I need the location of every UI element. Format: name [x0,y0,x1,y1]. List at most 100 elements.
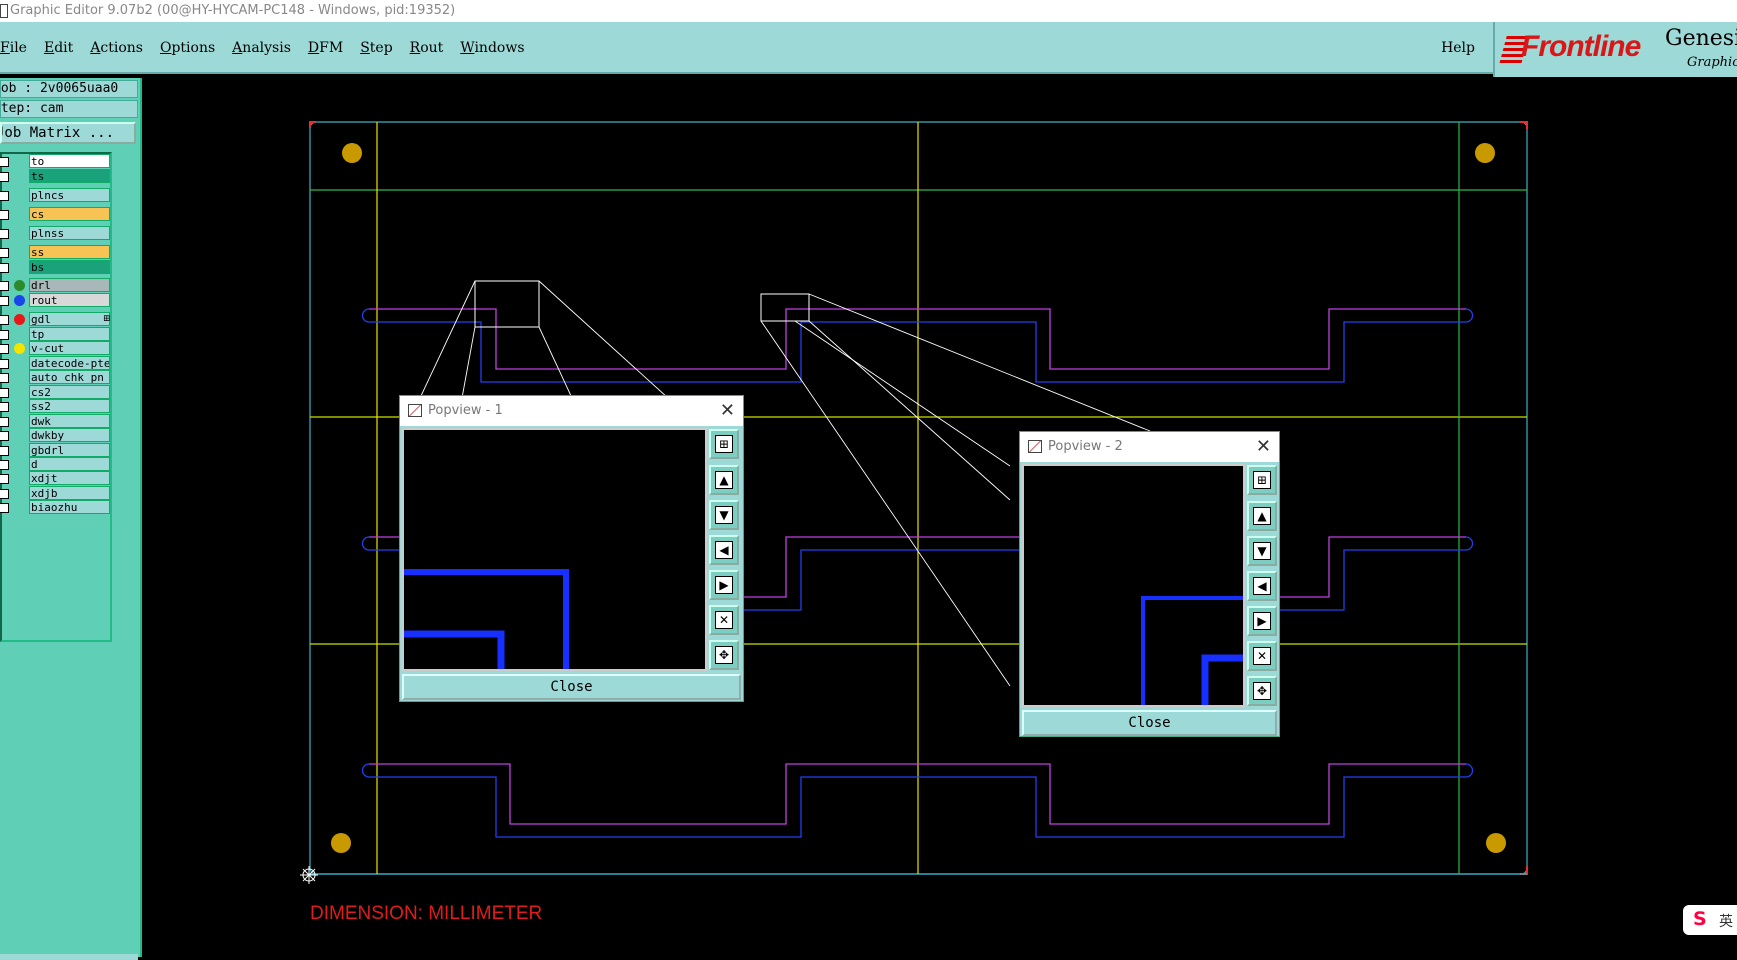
layer-checkbox[interactable] [0,431,9,441]
layer-row-dwk[interactable]: dwk [0,414,112,429]
layer-checkbox[interactable] [0,460,9,470]
layer-row-rout[interactable]: rout [0,293,112,308]
layer-checkbox[interactable] [0,315,9,325]
menu-edit[interactable]: Edit [44,40,73,56]
menu-actions[interactable]: Actions [90,40,143,56]
pan-right-tool-button[interactable]: ▶ [1247,606,1277,636]
popview-1-window[interactable]: Popview - 1 ✕ ⊞ ▲ ▼ ◀ ▶ ✕ ✥ Close [399,395,744,702]
layer-name[interactable]: dwk [29,414,110,428]
layer-name[interactable]: ts [29,169,110,183]
layer-checkbox[interactable] [0,359,9,369]
layer-row-plnss[interactable]: plnss [0,226,112,241]
zoom-out-tool-button[interactable]: ✕ [1247,641,1277,671]
layer-name[interactable]: gdl [29,312,110,326]
layer-checkbox[interactable] [0,229,9,239]
layer-row-d[interactable]: d [0,457,112,472]
layer-name[interactable]: biaozhu [29,500,110,514]
menu-windows[interactable]: Windows [460,40,524,56]
layer-row-ts[interactable]: ts [0,169,112,184]
layer-name[interactable]: to [29,154,110,168]
layer-expand-icon[interactable]: ⊞ [103,314,111,324]
pan-left-tool-button[interactable]: ◀ [1247,571,1277,601]
menu-options[interactable]: Options [160,40,215,56]
menu-analysis[interactable]: Analysis [232,40,291,56]
layer-name[interactable]: ss [29,245,110,259]
zoom-in-tool-button[interactable]: ⊞ [1247,465,1277,495]
layer-checkbox[interactable] [0,210,9,220]
layer-name[interactable]: plnss [29,226,110,240]
layer-row-cs[interactable]: cs [0,207,112,222]
graphic-canvas[interactable] [142,78,1737,957]
popview-2-window[interactable]: Popview - 2 ✕ ⊞ ▲ ▼ ◀ ▶ ✕ ✥ Close [1019,431,1280,737]
layer-row-dwkby[interactable]: dwkby [0,428,112,443]
pan-left-tool-button[interactable]: ◀ [709,535,739,565]
layer-checkbox[interactable] [0,248,9,258]
layer-name[interactable]: ss2 [29,399,110,413]
layer-name[interactable]: xdjt [29,471,110,485]
menu-dfm[interactable]: DFM [308,40,343,56]
layer-row-plncs[interactable]: plncs [0,188,112,203]
zoom-in-tool-button[interactable]: ⊞ [709,429,739,459]
close-icon[interactable]: ✕ [720,396,735,426]
layer-row-ss[interactable]: ss [0,245,112,260]
layer-checkbox[interactable] [0,388,9,398]
pan-up-tool-button[interactable]: ▲ [1247,501,1277,531]
popview-2-close-button[interactable]: Close [1022,710,1277,736]
layer-row-gdl[interactable]: gdl ⊞ [0,312,112,327]
popview-1-screen[interactable] [402,428,707,671]
ime-indicator[interactable]: S 英 [1683,905,1737,935]
layer-checkbox[interactable] [0,474,9,484]
zoom-fit-tool-button[interactable]: ✥ [1247,676,1277,706]
menu-help[interactable]: Help [1441,22,1475,74]
layer-name[interactable]: xdjb [29,486,110,500]
layer-row-auto_chk_pn[interactable]: auto_chk_pn [0,370,112,385]
layer-checkbox[interactable] [0,417,9,427]
close-icon[interactable]: ✕ [1256,432,1271,462]
pan-right-tool-button[interactable]: ▶ [709,570,739,600]
layer-row-gbdrl[interactable]: gbdrl [0,443,112,458]
layer-name[interactable]: gbdrl [29,443,110,457]
pan-up-tool-button[interactable]: ▲ [709,465,739,495]
layer-row-tp[interactable]: tp [0,327,112,342]
layer-checkbox[interactable] [0,157,9,167]
layer-name[interactable]: plncs [29,188,110,202]
popview-1-titlebar[interactable]: Popview - 1 ✕ [400,396,743,426]
layer-row-biaozhu[interactable]: biaozhu [0,500,112,515]
pan-down-tool-button[interactable]: ▼ [1247,536,1277,566]
layer-checkbox[interactable] [0,402,9,412]
layer-name[interactable]: bs [29,260,110,274]
layer-checkbox[interactable] [0,330,9,340]
popview-2-titlebar[interactable]: Popview - 2 ✕ [1020,432,1279,462]
zoom-fit-tool-button[interactable]: ✥ [709,640,739,670]
layer-name[interactable]: dwkby [29,428,110,442]
layer-name[interactable]: v-cut [29,341,110,355]
layer-row-bs[interactable]: bs [0,260,112,275]
layer-row-xdjt[interactable]: xdjt [0,471,112,486]
popview-2-screen[interactable] [1022,464,1245,707]
layer-name[interactable]: d [29,457,110,471]
layer-name[interactable]: tp [29,327,110,341]
layer-checkbox[interactable] [0,503,9,513]
layer-row-v-cut[interactable]: v-cut [0,341,112,356]
layer-checkbox[interactable] [0,172,9,182]
layer-name[interactable]: cs [29,207,110,221]
layer-checkbox[interactable] [0,296,9,306]
popview-1-close-button[interactable]: Close [402,674,741,700]
layer-row-xdjb[interactable]: xdjb [0,486,112,501]
job-matrix-button[interactable]: Job Matrix ... [0,122,136,144]
menu-rout[interactable]: Rout [410,40,444,56]
menu-step[interactable]: Step [360,40,392,56]
layer-name[interactable]: cs2 [29,385,110,399]
layer-checkbox[interactable] [0,281,9,291]
layer-checkbox[interactable] [0,446,9,456]
layer-checkbox[interactable] [0,344,9,354]
layer-name[interactable]: datecode-pte [29,356,110,370]
layer-row-to[interactable]: to [0,154,112,169]
layer-name[interactable]: drl [29,278,110,292]
zoom-out-tool-button[interactable]: ✕ [709,605,739,635]
layer-checkbox[interactable] [0,263,9,273]
layer-checkbox[interactable] [0,373,9,383]
layer-checkbox[interactable] [0,489,9,499]
menu-file[interactable]: File [0,40,27,56]
pan-down-tool-button[interactable]: ▼ [709,500,739,530]
